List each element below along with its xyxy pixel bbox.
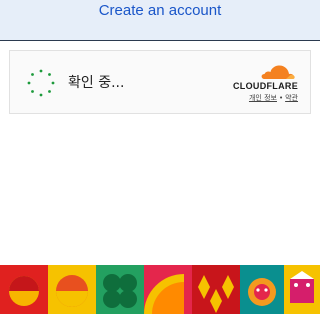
cloudflare-footer-links: 개인 정보 • 약관	[249, 94, 298, 103]
decorative-pattern-banner	[0, 265, 320, 314]
loading-spinner-icon	[27, 69, 55, 97]
privacy-link[interactable]: 개인 정보	[249, 94, 277, 102]
top-bar: Create an account	[0, 0, 320, 41]
cloudflare-challenge-widget: 확인 중... CLOUDFLARE 개인 정보 • 약관	[9, 50, 311, 114]
cloudflare-logo: CLOUDFLARE	[218, 61, 298, 91]
link-separator: •	[278, 94, 284, 102]
verifying-status-text: 확인 중...	[68, 75, 125, 91]
terms-link[interactable]: 약관	[285, 94, 298, 102]
create-account-link[interactable]: Create an account	[0, 2, 320, 20]
cloudflare-wordmark: CLOUDFLARE	[233, 81, 298, 91]
cloudflare-cloud-icon	[261, 65, 295, 79]
